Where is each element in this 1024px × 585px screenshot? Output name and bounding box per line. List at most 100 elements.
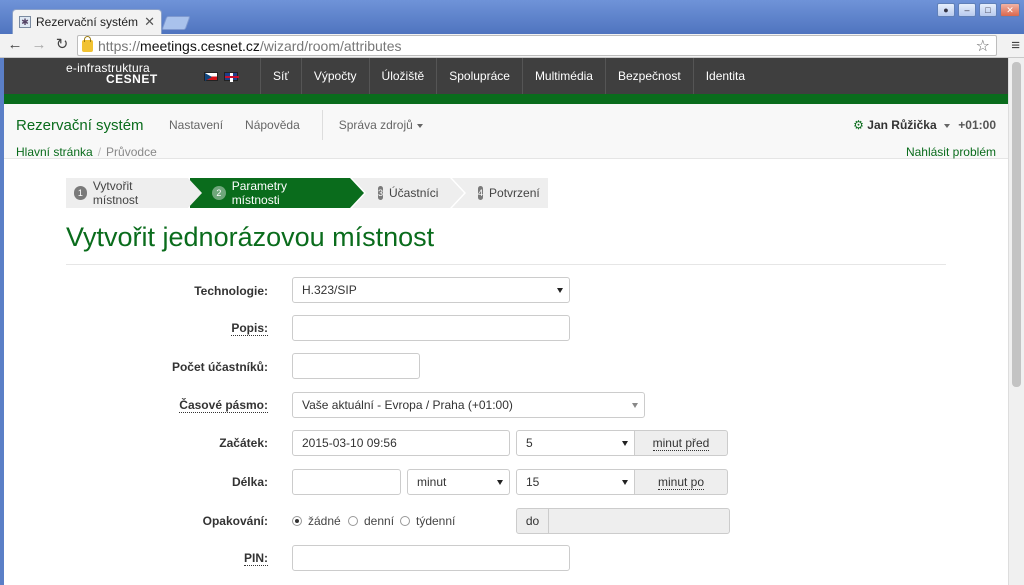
step-label: Parametry místnosti xyxy=(231,179,288,207)
timezone-select[interactable]: Vaše aktuální - Evropa / Praha (+01:00) xyxy=(292,392,645,418)
logo-line2: CESNET xyxy=(106,72,158,86)
einfra-nav-item[interactable]: Identita xyxy=(692,58,757,94)
back-arrow-icon[interactable]: ← xyxy=(6,36,24,54)
duration-after-addon: minut po xyxy=(634,469,728,495)
start-before-select[interactable]: 5 xyxy=(516,430,635,456)
window-controls: ● – □ ✕ xyxy=(937,3,1020,17)
repeat-until-addon-text: do xyxy=(525,514,540,528)
page-viewport: e-infrastruktura CESNET Síť Výpočty Úlož… xyxy=(4,58,1008,585)
green-divider xyxy=(4,94,1008,104)
tab-close-icon[interactable]: ✕ xyxy=(144,14,155,30)
site-favicon-icon: ✱ xyxy=(19,16,31,28)
einfra-nav-item[interactable]: Síť xyxy=(260,58,301,94)
step-number: 2 xyxy=(212,186,226,200)
start-before-value: 5 xyxy=(526,436,533,450)
nav-settings[interactable]: Nastavení xyxy=(169,118,233,140)
user-timezone[interactable]: +01:00 xyxy=(958,118,996,132)
start-before-addon: minut před xyxy=(634,430,728,456)
english-flag-icon[interactable] xyxy=(224,71,239,82)
einfra-nav: Síť Výpočty Úložiště Spolupráce Multiméd… xyxy=(260,58,757,94)
language-flags xyxy=(204,58,260,94)
duration-unit-select[interactable]: minut xyxy=(407,469,510,495)
scrollbar-thumb[interactable] xyxy=(1012,62,1021,387)
nav-resources-label: Správa zdrojů xyxy=(338,118,413,132)
report-problem-link[interactable]: Nahlásit problém xyxy=(906,145,996,159)
wizard-step-3[interactable]: 3 Účastníci xyxy=(352,178,464,208)
bookmark-star-icon[interactable]: ☆ xyxy=(976,36,990,56)
einfra-nav-item[interactable]: Bezpečnost xyxy=(604,58,693,94)
duration-after-select[interactable]: 15 xyxy=(516,469,635,495)
browser-menu-icon[interactable]: ≡ xyxy=(1011,37,1020,54)
chevron-down-icon xyxy=(416,123,423,128)
einfra-nav-item[interactable]: Výpočty xyxy=(300,58,369,94)
breadcrumb-current: Průvodce xyxy=(106,145,157,159)
chevron-down-icon xyxy=(944,123,950,128)
step-label: Potvrzení xyxy=(489,186,540,200)
repeat-option-label: denní xyxy=(364,514,395,528)
breadcrumb-home[interactable]: Hlavní stránka xyxy=(16,145,93,159)
duration-label: Délka: xyxy=(231,475,268,489)
dropdown-arrow-icon xyxy=(622,441,628,446)
window-close-button[interactable]: ✕ xyxy=(1000,3,1020,17)
user-name: Jan Růžička xyxy=(867,118,937,132)
nav-separator xyxy=(321,110,323,140)
new-tab-button[interactable] xyxy=(161,16,191,30)
cesnet-logo[interactable]: e-infrastruktura CESNET xyxy=(4,58,204,94)
nav-resources-dropdown[interactable]: Správa zdrojů xyxy=(339,118,433,140)
address-bar[interactable]: https://meetings.cesnet.cz/wizard/room/a… xyxy=(77,35,997,56)
wizard-step-1[interactable]: 1 Vytvořit místnost xyxy=(66,178,202,208)
participants-input[interactable] xyxy=(292,353,420,379)
title-divider xyxy=(66,264,946,265)
url-path: /wizard/room/attributes xyxy=(259,37,402,54)
pin-input[interactable] xyxy=(292,545,570,571)
page-scrollbar[interactable] xyxy=(1008,58,1024,585)
step-number: 4 xyxy=(478,186,484,200)
repeat-until-addon: do xyxy=(516,508,549,534)
app-header: Rezervační systém Nastavení Nápověda Spr… xyxy=(4,104,1008,159)
window-minimize-button[interactable]: – xyxy=(958,3,976,17)
lock-icon xyxy=(82,35,93,52)
einfra-nav-item[interactable]: Multimédia xyxy=(521,58,605,94)
dropdown-arrow-icon xyxy=(557,288,563,293)
wizard-steps: 1 Vytvořit místnost 2 Parametry místnost… xyxy=(66,178,550,208)
wizard-step-4[interactable]: 4 Potvrzení xyxy=(452,178,548,208)
step-arrow xyxy=(450,178,464,208)
app-nav: Nastavení Nápověda Správa zdrojů xyxy=(169,110,445,140)
einfra-nav-item[interactable]: Spolupráce xyxy=(436,58,522,94)
einfra-nav-item[interactable]: Úložiště xyxy=(368,58,437,94)
start-value: 2015-03-10 09:56 xyxy=(302,436,397,450)
duration-after-value: 15 xyxy=(526,475,540,489)
wizard-step-2[interactable]: 2 Parametry místnosti xyxy=(190,178,364,208)
start-datetime-input[interactable]: 2015-03-10 09:56 xyxy=(292,430,510,456)
timezone-label: Časové pásmo: xyxy=(4,398,268,413)
technology-select[interactable]: H.323/SIP xyxy=(292,277,570,303)
repeat-until-input[interactable] xyxy=(548,508,730,534)
step-arrow xyxy=(188,178,202,208)
czech-flag-icon[interactable] xyxy=(204,71,218,81)
step-arrow xyxy=(350,178,364,208)
url-protocol: https:// xyxy=(98,37,141,54)
step-label: Účastníci xyxy=(389,186,439,200)
window-maximize-button[interactable]: □ xyxy=(979,3,997,17)
technology-value: H.323/SIP xyxy=(302,283,357,297)
repeat-daily-radio[interactable]: denní xyxy=(348,514,394,528)
step-number: 1 xyxy=(74,186,87,200)
reload-icon[interactable]: ↻ xyxy=(53,36,71,54)
repeat-option-label: týdenní xyxy=(416,514,456,528)
nav-help[interactable]: Nápověda xyxy=(245,118,310,140)
duration-input[interactable] xyxy=(292,469,401,495)
step-label: Vytvořit místnost xyxy=(92,179,139,207)
app-brand[interactable]: Rezervační systém xyxy=(16,117,144,134)
description-input[interactable] xyxy=(292,315,570,341)
duration-after-addon-text: minut po xyxy=(657,474,705,490)
repeat-weekly-radio[interactable]: týdenní xyxy=(400,514,455,528)
browser-tab[interactable]: ✱ Rezervační systém - Průvodce ✕ xyxy=(12,9,162,34)
forward-arrow-icon[interactable]: → xyxy=(30,36,48,54)
pin-label-text: PIN: xyxy=(244,551,268,566)
radio-selected-icon xyxy=(292,516,302,526)
repeat-none-radio[interactable]: žádné xyxy=(292,514,341,528)
window-user-icon[interactable]: ● xyxy=(937,3,955,17)
einfra-topbar: e-infrastruktura CESNET Síť Výpočty Úlož… xyxy=(4,58,1008,94)
user-menu[interactable]: ⚙ Jan Růžička xyxy=(853,118,950,132)
tab-title: Rezervační systém - Průvodce xyxy=(36,15,140,29)
